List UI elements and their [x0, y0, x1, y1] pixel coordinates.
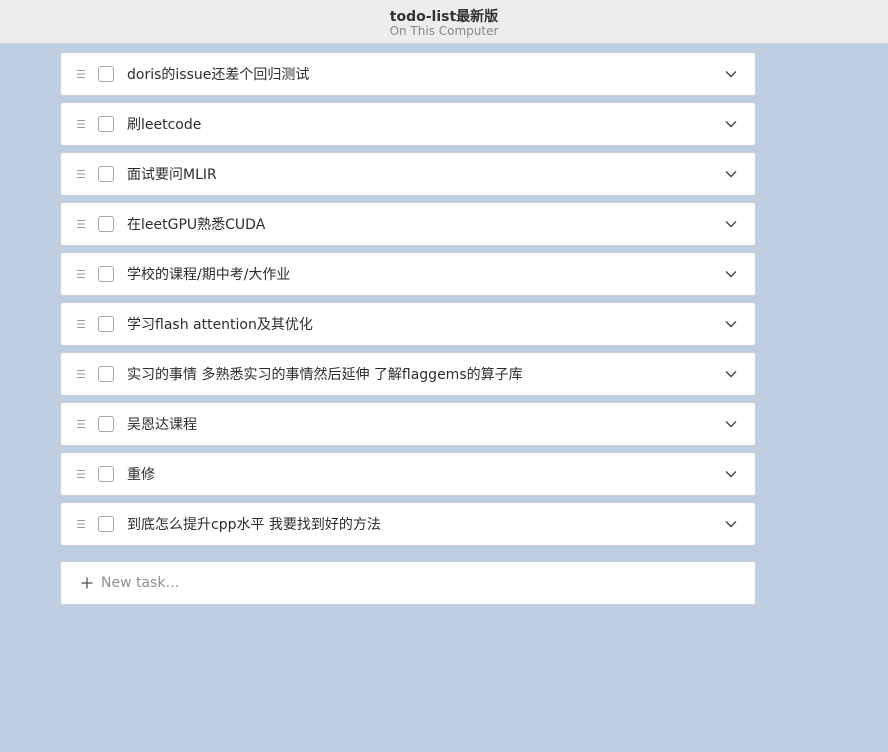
chevron-down-icon [725, 221, 737, 228]
task-label[interactable]: 在leetGPU熟悉CUDA [127, 215, 705, 235]
task-row[interactable]: doris的issue还差个回归测试 [60, 52, 756, 96]
task-checkbox[interactable] [98, 66, 114, 82]
chevron-down-icon [725, 271, 737, 278]
task-row[interactable]: 面试要问MLIR [60, 152, 756, 196]
task-checkbox[interactable] [98, 216, 114, 232]
task-row[interactable]: 刷leetcode [60, 102, 756, 146]
drag-handle-icon[interactable] [77, 166, 87, 182]
task-checkbox[interactable] [98, 466, 114, 482]
task-row[interactable]: 到底怎么提升cpp水平 我要找到好的方法 [60, 502, 756, 546]
chevron-down-icon [725, 371, 737, 378]
window-titlebar[interactable]: todo-list最新版 On This Computer [0, 0, 888, 44]
chevron-down-icon [725, 521, 737, 528]
task-row[interactable]: 重修 [60, 452, 756, 496]
chevron-down-icon [725, 71, 737, 78]
task-row[interactable]: 学习flash attention及其优化 [60, 302, 756, 346]
task-label[interactable]: 面试要问MLIR [127, 165, 705, 185]
chevron-down-icon [725, 471, 737, 478]
drag-handle-icon[interactable] [77, 266, 87, 282]
expand-task-button[interactable] [721, 365, 741, 385]
expand-task-button[interactable] [721, 315, 741, 335]
window-title: todo-list最新版 [389, 9, 499, 25]
task-checkbox[interactable] [98, 516, 114, 532]
task-checkbox[interactable] [98, 416, 114, 432]
task-checkbox[interactable] [98, 266, 114, 282]
new-task-input[interactable] [101, 572, 701, 594]
task-row[interactable]: 吴恩达课程 [60, 402, 756, 446]
task-label[interactable]: 重修 [127, 465, 705, 485]
expand-task-button[interactable] [721, 465, 741, 485]
drag-handle-icon[interactable] [77, 366, 87, 382]
expand-task-button[interactable] [721, 415, 741, 435]
drag-handle-icon[interactable] [77, 116, 87, 132]
task-row[interactable]: 在leetGPU熟悉CUDA [60, 202, 756, 246]
task-checkbox[interactable] [98, 316, 114, 332]
task-row[interactable]: 实习的事情 多熟悉实习的事情然后延伸 了解flaggems的算子库 [60, 352, 756, 396]
expand-task-button[interactable] [721, 65, 741, 85]
drag-handle-icon[interactable] [77, 516, 87, 532]
expand-task-button[interactable] [721, 265, 741, 285]
drag-handle-icon[interactable] [77, 216, 87, 232]
task-label[interactable]: 实习的事情 多熟悉实习的事情然后延伸 了解flaggems的算子库 [127, 365, 705, 385]
chevron-down-icon [725, 121, 737, 128]
task-label[interactable]: doris的issue还差个回归测试 [127, 65, 705, 85]
drag-handle-icon[interactable] [77, 416, 87, 432]
task-label[interactable]: 学校的课程/期中考/大作业 [127, 265, 705, 285]
window-subtitle: On This Computer [389, 24, 499, 38]
drag-handle-icon[interactable] [77, 466, 87, 482]
new-task-row[interactable] [60, 561, 756, 605]
expand-task-button[interactable] [721, 515, 741, 535]
expand-task-button[interactable] [721, 115, 741, 135]
task-checkbox[interactable] [98, 116, 114, 132]
task-label[interactable]: 吴恩达课程 [127, 415, 705, 435]
task-label[interactable]: 刷leetcode [127, 115, 705, 135]
chevron-down-icon [725, 421, 737, 428]
task-checkbox[interactable] [98, 366, 114, 382]
task-label[interactable]: 到底怎么提升cpp水平 我要找到好的方法 [127, 515, 705, 535]
task-list: doris的issue还差个回归测试 刷leetcode 面试要问MLIR 在leet… [60, 52, 756, 552]
chevron-down-icon [725, 321, 737, 328]
drag-handle-icon[interactable] [77, 316, 87, 332]
chevron-down-icon [725, 171, 737, 178]
expand-task-button[interactable] [721, 165, 741, 185]
expand-task-button[interactable] [721, 215, 741, 235]
plus-icon [81, 577, 93, 589]
drag-handle-icon[interactable] [77, 66, 87, 82]
task-label[interactable]: 学习flash attention及其优化 [127, 315, 705, 335]
task-checkbox[interactable] [98, 166, 114, 182]
task-row[interactable]: 学校的课程/期中考/大作业 [60, 252, 756, 296]
